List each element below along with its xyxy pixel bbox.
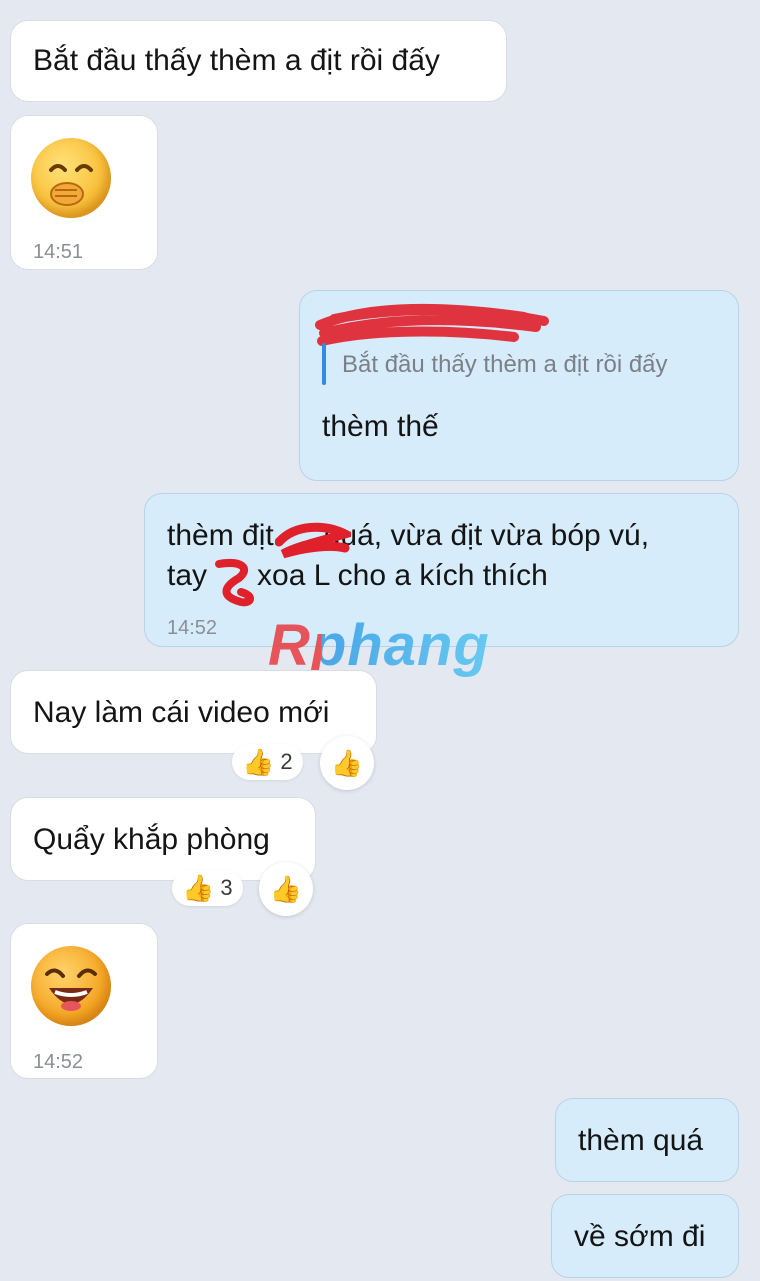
- redacted-sender-name: [315, 303, 549, 346]
- message-time: 14:52: [33, 1051, 84, 1073]
- react-button[interactable]: 👍: [259, 862, 313, 916]
- message-time: 14:52: [167, 617, 218, 639]
- message-text: thèm thế: [322, 410, 439, 443]
- message-text: Quẩy khắp phòng: [33, 823, 270, 856]
- reaction-summary[interactable]: 👍 3: [172, 870, 243, 906]
- quote-indicator-bar: [322, 343, 326, 385]
- reaction-count: 3: [220, 875, 233, 900]
- quoted-message-text: Bắt đầu thấy thèm a địt rồi đấy: [342, 351, 668, 378]
- thumbs-up-icon: 👍: [182, 873, 215, 903]
- thumbs-up-icon: 👍: [242, 747, 275, 777]
- watermark-logo: Rphang: [268, 613, 490, 678]
- reaction-summary[interactable]: 👍 2: [232, 744, 303, 780]
- thumbs-up-icon: 👍: [269, 874, 303, 904]
- message-text-line: tay xoa L cho a kích thích: [167, 559, 548, 592]
- message-bubble-outgoing[interactable]: về sớm đi: [551, 1194, 739, 1278]
- message-bubble-outgoing[interactable]: thèm quá: [555, 1098, 739, 1182]
- message-text: thèm quá: [578, 1124, 704, 1157]
- message-time: 14:51: [33, 241, 84, 263]
- react-button[interactable]: 👍: [320, 736, 374, 790]
- message-text-line: thèm địt quá, vừa địt vừa bóp vú,: [167, 519, 650, 552]
- reaction-count: 2: [280, 749, 293, 774]
- laughing-emoji-icon: [31, 946, 111, 1026]
- message-text: Nay làm cái video mới: [33, 696, 330, 729]
- message-bubble-emoji[interactable]: 14:52: [10, 923, 158, 1079]
- message-text: về sớm đi: [574, 1220, 706, 1253]
- hand-over-mouth-emoji-icon: [31, 138, 111, 218]
- message-bubble-incoming[interactable]: Bắt đầu thấy thèm a địt rồi đấy: [10, 20, 507, 102]
- thumbs-up-icon: 👍: [330, 748, 364, 778]
- message-text: Bắt đầu thấy thèm a địt rồi đấy: [33, 44, 440, 77]
- chat-thread: Bắt đầu thấy thèm a địt rồi đấy 14:51 Bắ…: [0, 0, 760, 1281]
- message-bubble-outgoing-reply[interactable]: Bắt đầu thấy thèm a địt rồi đấy thèm thế: [299, 290, 739, 481]
- message-bubble-incoming[interactable]: Nay làm cái video mới: [10, 670, 377, 754]
- message-bubble-emoji[interactable]: 14:51: [10, 115, 158, 270]
